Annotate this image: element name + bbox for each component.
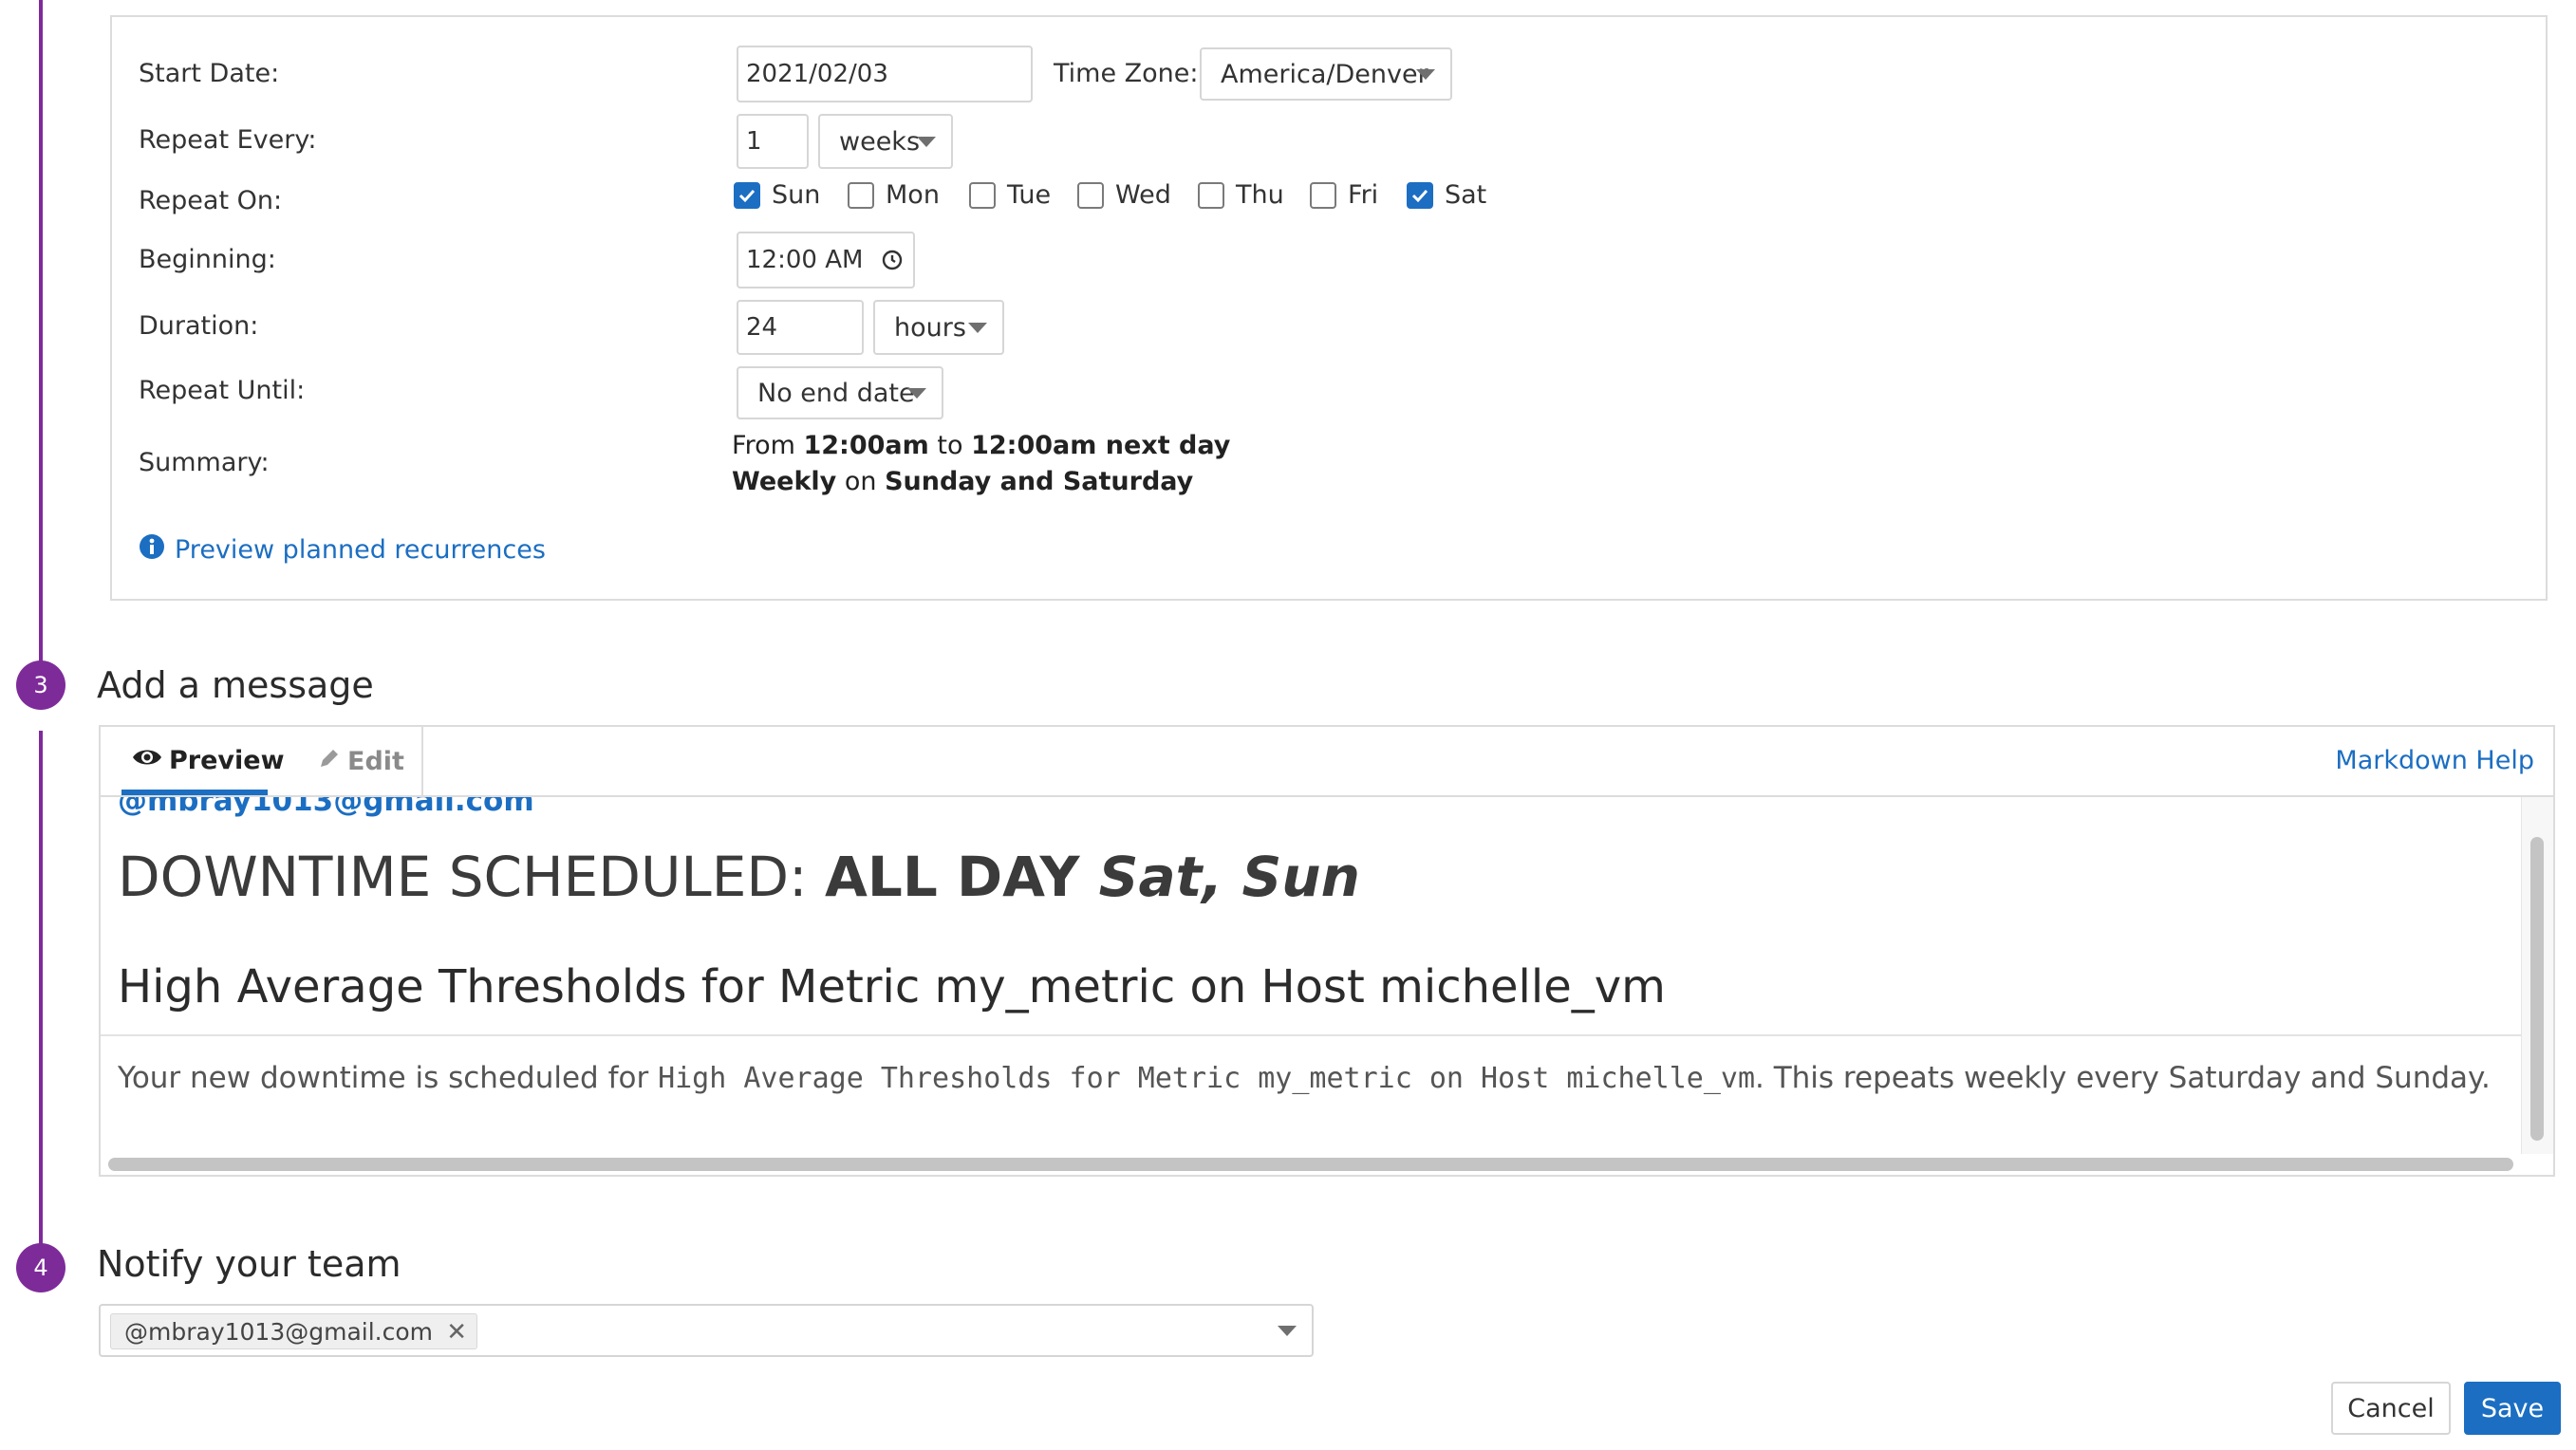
- section-title-notify-team: Notify your team: [97, 1243, 401, 1285]
- timezone-label: Time Zone:: [1054, 59, 1199, 88]
- repeat-on-label: Repeat On:: [139, 186, 283, 215]
- chevron-down-icon: [917, 137, 936, 147]
- repeat-unit-select[interactable]: weeks: [818, 114, 953, 169]
- day-label: Tue: [1007, 180, 1052, 210]
- checkbox-unchecked-icon[interactable]: [1077, 181, 1104, 209]
- day-checkbox-thu[interactable]: Thu: [1198, 180, 1284, 210]
- day-label: Sat: [1445, 180, 1487, 210]
- heading-text: DOWNTIME SCHEDULED:: [118, 845, 825, 909]
- summary-label: Summary:: [139, 448, 270, 477]
- body-text: . This repeats weekly every Saturday and…: [1755, 1061, 2491, 1095]
- beginning-time-input[interactable]: 12:00 AM: [737, 232, 915, 288]
- checkbox-checked-icon[interactable]: [734, 181, 760, 209]
- pencil-icon: [317, 746, 342, 777]
- duration-unit-value: hours: [894, 312, 966, 343]
- preview-recurrences-link[interactable]: Preview planned recurrences: [139, 533, 546, 567]
- editor-tab-bar: Preview Edit Markdown Help: [101, 727, 2553, 797]
- repeat-until-value: No end date: [757, 378, 915, 408]
- heading-bold-text: ALL DAY: [825, 845, 1099, 909]
- chevron-down-icon: [1416, 69, 1435, 80]
- notify-recipients-input[interactable]: @mbray1013@gmail.com ✕: [99, 1304, 1314, 1357]
- checkbox-unchecked-icon[interactable]: [1310, 181, 1336, 209]
- step-connector-line: [39, 0, 43, 664]
- editor-tabs: Preview Edit: [101, 727, 423, 797]
- tab-preview-label: Preview: [169, 746, 285, 775]
- duration-input[interactable]: 24: [737, 300, 864, 355]
- section-title-add-message: Add a message: [97, 664, 374, 706]
- preview-body: Your new downtime is scheduled for High …: [118, 1061, 2491, 1095]
- repeat-every-input[interactable]: 1: [737, 114, 809, 169]
- tab-preview[interactable]: Preview: [131, 746, 285, 775]
- repeat-every-label: Repeat Every:: [139, 125, 317, 155]
- recipient-tag-label: @mbray1013@gmail.com: [124, 1317, 434, 1346]
- day-label: Fri: [1348, 180, 1379, 210]
- summary-days: Sunday and Saturday: [885, 467, 1194, 496]
- body-text: Your new downtime is scheduled for: [118, 1061, 659, 1095]
- day-checkbox-mon[interactable]: Mon: [848, 180, 940, 210]
- horizontal-scrollbar[interactable]: [108, 1158, 2513, 1171]
- summary-text: to: [928, 431, 972, 460]
- message-editor: Preview Edit Markdown Help @mbray1013@gm…: [99, 725, 2555, 1177]
- checkbox-unchecked-icon[interactable]: [848, 181, 874, 209]
- remove-tag-icon[interactable]: ✕: [446, 1318, 467, 1347]
- step-number-badge: 4: [16, 1243, 65, 1292]
- heading-divider: [101, 1034, 2527, 1036]
- start-date-label: Start Date:: [139, 59, 280, 88]
- duration-unit-select[interactable]: hours: [873, 300, 1004, 355]
- repeat-unit-value: weeks: [839, 126, 921, 157]
- preview-heading-2: High Average Thresholds for Metric my_me…: [118, 960, 1666, 1013]
- cancel-button[interactable]: Cancel: [2331, 1382, 2451, 1435]
- active-tab-indicator: [121, 790, 268, 795]
- day-checkbox-fri[interactable]: Fri: [1310, 180, 1378, 210]
- eye-icon: [131, 746, 163, 775]
- step-connector-line: [39, 731, 43, 1262]
- timezone-value: America/Denver: [1221, 59, 1428, 89]
- day-checkbox-tue[interactable]: Tue: [969, 180, 1051, 210]
- summary-text: on: [836, 467, 886, 496]
- summary-line-2: Weekly on Sunday and Saturday: [732, 467, 1193, 496]
- markdown-help-link[interactable]: Markdown Help: [2335, 746, 2534, 775]
- preview-content: @mbray1013@gmail.com DOWNTIME SCHEDULED:…: [101, 797, 2527, 1154]
- repeat-until-select[interactable]: No end date: [737, 366, 943, 419]
- day-checkbox-sat[interactable]: Sat: [1407, 180, 1486, 210]
- vertical-scrollbar[interactable]: [2530, 837, 2544, 1141]
- checkbox-checked-icon[interactable]: [1407, 181, 1433, 209]
- start-date-input[interactable]: 2021/02/03: [737, 46, 1033, 102]
- summary-end-time: 12:00am next day: [971, 431, 1231, 460]
- step-number-badge: 3: [16, 660, 65, 710]
- day-label: Mon: [886, 180, 940, 210]
- chevron-down-icon: [907, 388, 926, 399]
- beginning-time-value: 12:00 AM: [746, 246, 864, 274]
- mention-link[interactable]: @mbray1013@gmail.com: [118, 797, 534, 818]
- day-label: Sun: [772, 180, 821, 210]
- info-icon: [139, 533, 165, 567]
- recurrence-panel: [110, 15, 2548, 601]
- preview-link-label: Preview planned recurrences: [175, 535, 546, 565]
- day-label: Thu: [1236, 180, 1284, 210]
- body-code: High Average Thresholds for Metric my_me…: [658, 1062, 1755, 1095]
- summary-frequency: Weekly: [732, 467, 837, 496]
- recipient-tag: @mbray1013@gmail.com ✕: [110, 1313, 478, 1349]
- checkbox-unchecked-icon[interactable]: [1198, 181, 1224, 209]
- timezone-select[interactable]: America/Denver: [1200, 47, 1452, 101]
- chevron-down-icon: [968, 323, 987, 333]
- checkbox-unchecked-icon[interactable]: [969, 181, 996, 209]
- day-checkbox-wed[interactable]: Wed: [1077, 180, 1171, 210]
- summary-text: From: [732, 431, 804, 460]
- chevron-down-icon[interactable]: [1278, 1326, 1297, 1336]
- tab-edit[interactable]: Edit: [317, 746, 404, 777]
- clock-icon[interactable]: [881, 249, 904, 278]
- repeat-until-label: Repeat Until:: [139, 376, 306, 405]
- beginning-label: Beginning:: [139, 245, 276, 274]
- summary-start-time: 12:00am: [803, 431, 929, 460]
- summary-line-1: From 12:00am to 12:00am next day: [732, 431, 1230, 460]
- tab-edit-label: Edit: [347, 747, 404, 776]
- day-checkbox-sun[interactable]: Sun: [734, 180, 820, 210]
- day-label: Wed: [1115, 180, 1171, 210]
- duration-label: Duration:: [139, 311, 259, 341]
- heading-bold-italic-text: Sat, Sun: [1098, 845, 1360, 909]
- preview-heading-1: DOWNTIME SCHEDULED: ALL DAY Sat, Sun: [118, 845, 1360, 909]
- save-button[interactable]: Save: [2464, 1382, 2561, 1435]
